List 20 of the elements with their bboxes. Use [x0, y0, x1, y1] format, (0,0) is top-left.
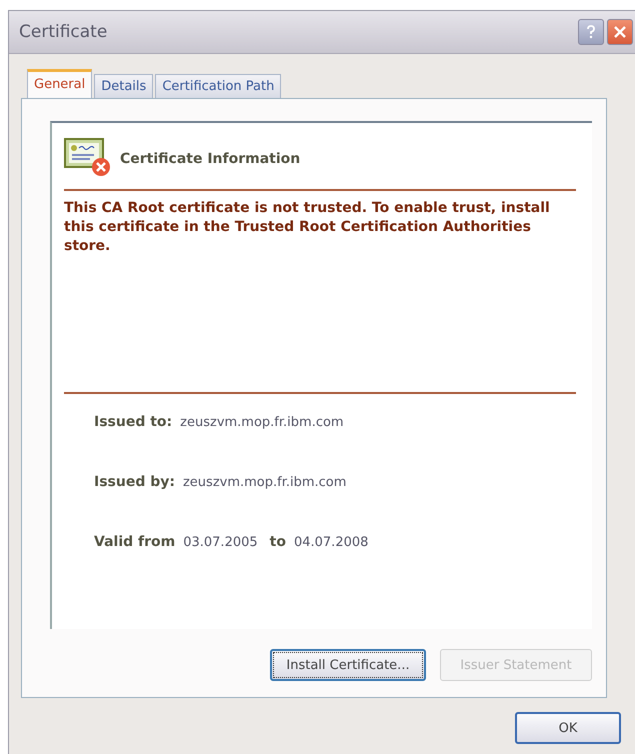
close-button[interactable]: [607, 19, 633, 45]
button[interactable]: Install Certificate...: [270, 649, 426, 681]
field-label: Valid from: [94, 534, 176, 550]
field-value: 04.07.2008: [294, 535, 368, 550]
field-value: zeuszvm.mop.fr.ibm.com: [182, 475, 346, 490]
field-label: Issued to:: [94, 414, 172, 430]
help-button[interactable]: [578, 19, 604, 45]
warning-message: This CA Root certificate is not trusted. To enable trust, install this certificate in the Trusted Root Certification Authorities store.: [64, 199, 551, 256]
tab[interactable]: Details: [94, 74, 154, 98]
field-value: 03.07.2005: [183, 535, 258, 550]
help-icon: [586, 25, 596, 39]
field-label: Issued by:: [94, 474, 175, 490]
tab[interactable]: Certification Path: [155, 74, 282, 98]
ok-button[interactable]: OK: [515, 712, 621, 744]
field-value: zeuszvm.mop.fr.ibm.com: [180, 415, 344, 430]
close-icon: [613, 25, 627, 39]
tab[interactable]: General: [27, 69, 92, 98]
window-title: Certificate: [19, 22, 108, 42]
field-label: to: [270, 534, 286, 550]
info-heading: Certificate Information: [120, 151, 300, 167]
